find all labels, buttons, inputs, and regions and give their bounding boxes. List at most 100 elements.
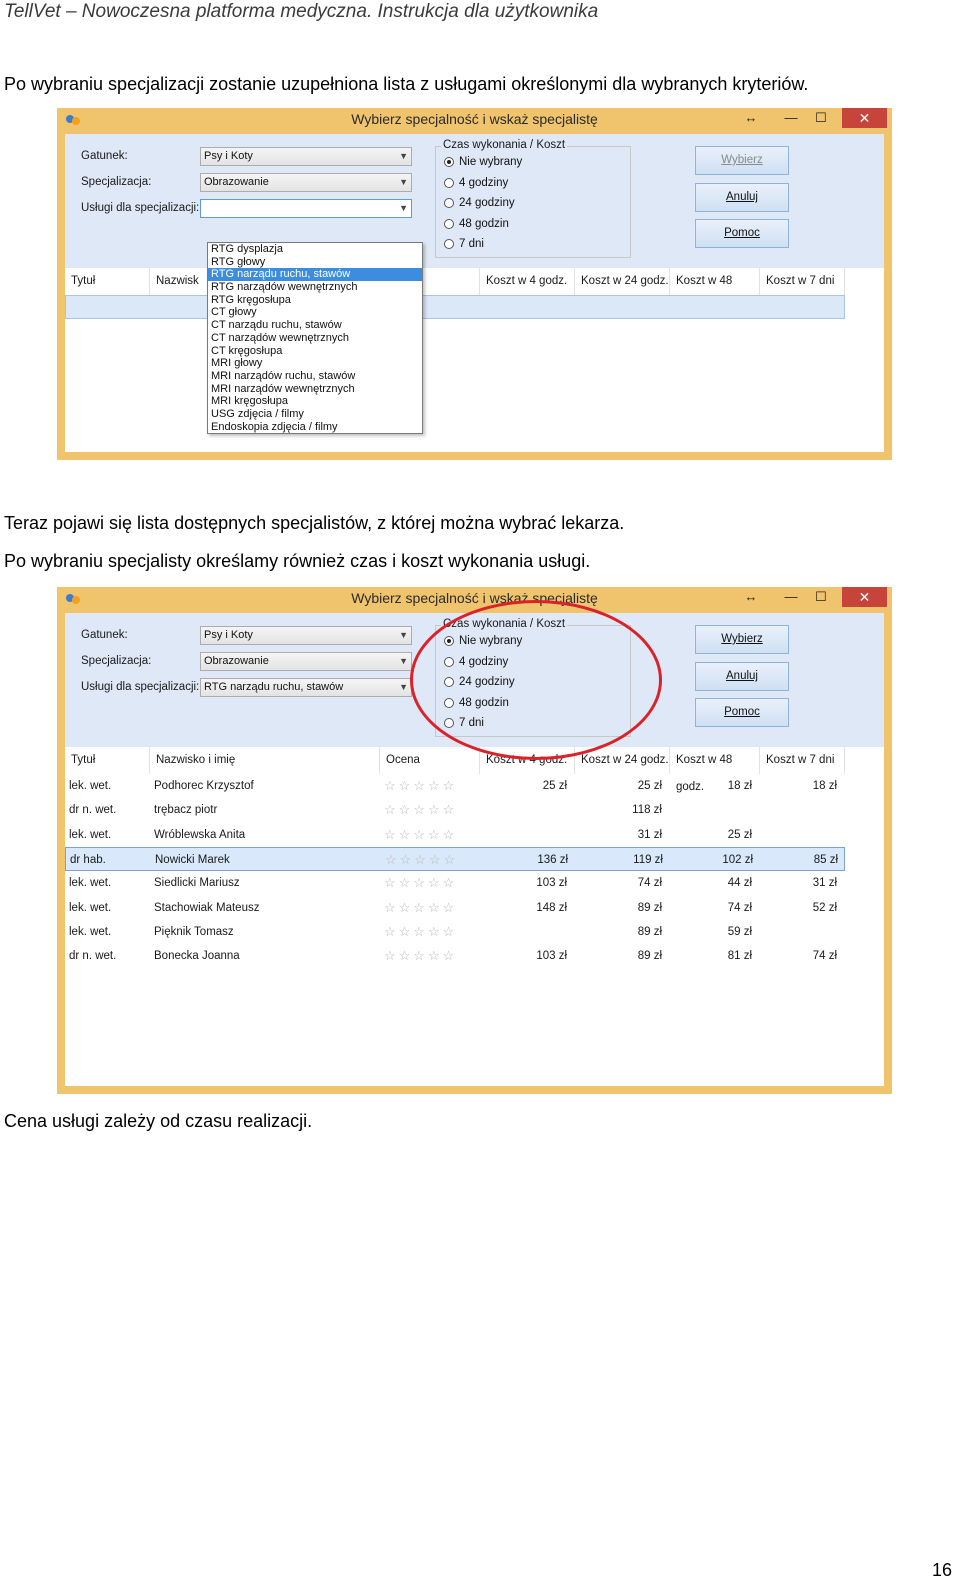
- chevron-down-icon: ▼: [399, 630, 408, 640]
- radio-7d[interactable]: 7 dni: [444, 238, 484, 250]
- star-rating-icon: ☆☆☆☆☆: [384, 923, 458, 939]
- resize-icon[interactable]: ↔: [738, 108, 764, 128]
- cancel-button[interactable]: Anuluj: [695, 662, 789, 691]
- radio-dot-icon: [444, 178, 454, 188]
- cell-cost-24h: 89 zł: [637, 901, 662, 914]
- col-cost-7d[interactable]: Koszt w 7 dni: [760, 747, 845, 774]
- maximize-button[interactable]: ☐: [808, 587, 834, 607]
- chevron-down-icon: ▼: [399, 203, 408, 213]
- specialization-select[interactable]: Obrazowanie ▼: [200, 173, 412, 192]
- col-cost-24h[interactable]: Koszt w 24 godz.: [575, 268, 670, 295]
- radio-24h[interactable]: 24 godziny: [444, 197, 515, 209]
- dropdown-option[interactable]: CT kręgosłupa: [208, 345, 422, 358]
- close-button[interactable]: ✕: [842, 108, 887, 128]
- paragraph-2: Teraz pojawi się lista dostępnych specja…: [4, 513, 625, 533]
- cell-cost-7d: 74 zł: [812, 950, 837, 963]
- cell-title: lek. wet.: [69, 901, 112, 914]
- cell-title: lek. wet.: [69, 780, 112, 792]
- page-number: 16: [931, 1560, 952, 1580]
- cell-name: Nowicki Marek: [155, 853, 230, 866]
- cell-name: Podhorec Krzysztof: [154, 780, 254, 792]
- species-label: Gatunek:: [81, 150, 128, 162]
- col-cost-48h[interactable]: Koszt w 48 godz.: [670, 747, 760, 793]
- grid-header: Tytuł Nazwisk a Koszt w 4 godz. Koszt w …: [65, 268, 845, 314]
- cell-name: Wróblewska Anita: [154, 828, 246, 841]
- cell-cost-4h: [480, 798, 575, 822]
- species-value: Psy i Koty: [204, 629, 253, 641]
- specialization-select[interactable]: Obrazowanie ▼: [200, 652, 412, 671]
- cancel-button[interactable]: Anuluj: [695, 183, 789, 212]
- dropdown-option[interactable]: CT głowy: [208, 306, 422, 319]
- table-row[interactable]: dr n. wet. Bonecka Joanna ☆☆☆☆☆ 103 zł 89 zł…: [65, 944, 845, 968]
- table-row[interactable]: lek. wet. Podhorec Krzysztof ☆☆☆☆☆ 25 zł 25 …: [65, 774, 845, 798]
- minimize-button[interactable]: —: [778, 108, 804, 128]
- highlight-circle: [410, 600, 662, 760]
- minimize-button[interactable]: —: [778, 587, 804, 607]
- choose-button[interactable]: Wybierz: [695, 625, 789, 654]
- paragraph-1: Po wybraniu specjalizacji zostanie uzupe…: [4, 74, 809, 94]
- species-select[interactable]: Psy i Koty ▼: [200, 147, 412, 166]
- radio-48h[interactable]: 48 godzin: [444, 218, 509, 230]
- dropdown-option[interactable]: Endoskopia zdjęcia / filmy: [208, 421, 422, 434]
- col-name[interactable]: Nazwisko i imię: [150, 747, 380, 774]
- cell-cost-48h: 74 zł: [727, 901, 752, 914]
- col-rating[interactable]: Ocena: [380, 747, 480, 774]
- col-cost-7d[interactable]: Koszt w 7 dni: [760, 268, 845, 295]
- services-select[interactable]: ▼: [200, 199, 412, 218]
- col-title[interactable]: Tytuł: [65, 747, 150, 774]
- col-cost-4h[interactable]: Koszt w 4 godz.: [480, 268, 575, 295]
- cell-cost-48h: 44 zł: [727, 877, 752, 890]
- dropdown-option[interactable]: MRI głowy: [208, 357, 422, 370]
- time-cost-title: Czas wykonania / Koszt: [441, 139, 568, 151]
- table-row[interactable]: dr hab. Nowicki Marek ☆☆☆☆☆ 136 zł 119 zł 102…: [65, 846, 845, 871]
- dropdown-option[interactable]: RTG głowy: [208, 256, 422, 269]
- paragraph-4: Cena usługi zależy od czasu realizacji.: [4, 1111, 313, 1131]
- radio-4h[interactable]: 4 godziny: [444, 177, 508, 189]
- dropdown-option[interactable]: MRI narządów wewnętrznych: [208, 383, 422, 396]
- cell-title: dr hab.: [70, 853, 106, 866]
- dropdown-option[interactable]: RTG narządów wewnętrznych: [208, 281, 422, 294]
- maximize-button[interactable]: ☐: [808, 108, 834, 128]
- window-title: Wybierz specjalność i wskaż specjalistę: [351, 590, 598, 606]
- resize-icon[interactable]: ↔: [738, 587, 764, 607]
- services-dropdown-list[interactable]: RTG dysplazja RTG głowy RTG narządu ruchu,…: [207, 242, 423, 435]
- star-rating-icon: ☆☆☆☆☆: [384, 899, 458, 915]
- specialists-grid: Tytuł Nazwisk a Koszt w 4 godz. Koszt w …: [65, 268, 884, 452]
- help-button[interactable]: Pomoc: [695, 219, 789, 248]
- radio-not-selected[interactable]: Nie wybrany: [444, 156, 522, 168]
- table-row[interactable]: lek. wet. Pięknik Tomasz ☆☆☆☆☆ 89 zł 59 zł: [65, 920, 845, 944]
- services-select[interactable]: RTG narządu ruchu, stawów ▼: [200, 678, 412, 697]
- cell-cost-7d: 85 zł: [813, 853, 838, 866]
- dropdown-option[interactable]: RTG dysplazja: [208, 243, 422, 256]
- choose-button[interactable]: Wybierz: [695, 146, 789, 175]
- dropdown-option[interactable]: RTG kręgosłupa: [208, 294, 422, 307]
- dropdown-option[interactable]: USG zdjęcia / filmy: [208, 408, 422, 421]
- dropdown-option[interactable]: CT narządu ruchu, stawów: [208, 319, 422, 332]
- help-button[interactable]: Pomoc: [695, 698, 789, 727]
- cell-cost-48h: 81 zł: [727, 950, 752, 963]
- col-title[interactable]: Tytuł: [65, 268, 150, 295]
- cell-cost-48h: 102 zł: [722, 853, 753, 866]
- col-cost-48h[interactable]: Koszt w 48 godz.: [670, 268, 760, 314]
- paragraph-3: Po wybraniu specjalisty określamy równie…: [4, 551, 591, 571]
- table-row[interactable]: lek. wet. Wróblewska Anita ☆☆☆☆☆ 31 zł 25 zł: [65, 823, 845, 847]
- dropdown-option[interactable]: CT narządów wewnętrznych: [208, 332, 422, 345]
- close-button[interactable]: ✕: [842, 587, 887, 607]
- table-row[interactable]: lek. wet. Siedlicki Mariusz ☆☆☆☆☆ 103 zł 74 …: [65, 871, 845, 895]
- radio-dot-icon: [444, 219, 454, 229]
- cell-title: dr n. wet.: [69, 804, 117, 817]
- table-row[interactable]: [65, 295, 845, 319]
- cell-cost-24h: 89 zł: [637, 925, 662, 938]
- species-select[interactable]: Psy i Koty ▼: [200, 626, 412, 645]
- cell-cost-4h: 136 zł: [537, 853, 568, 866]
- chevron-down-icon: ▼: [399, 656, 408, 666]
- dropdown-option[interactable]: MRI kręgosłupa: [208, 395, 422, 408]
- dropdown-option[interactable]: MRI narządów ruchu, stawów: [208, 370, 422, 383]
- table-row[interactable]: dr n. wet. trębacz piotr ☆☆☆☆☆ 118 zł: [65, 798, 845, 822]
- star-rating-icon: ☆☆☆☆☆: [384, 802, 458, 818]
- table-row[interactable]: lek. wet. Stachowiak Mateusz ☆☆☆☆☆ 148 zł 89…: [65, 896, 845, 920]
- star-rating-icon: ☆☆☆☆☆: [385, 851, 459, 867]
- cell-cost-24h: 119 zł: [633, 853, 663, 866]
- dropdown-option[interactable]: RTG narządu ruchu, stawów: [208, 268, 422, 282]
- cell-name: Pięknik Tomasz: [154, 925, 234, 938]
